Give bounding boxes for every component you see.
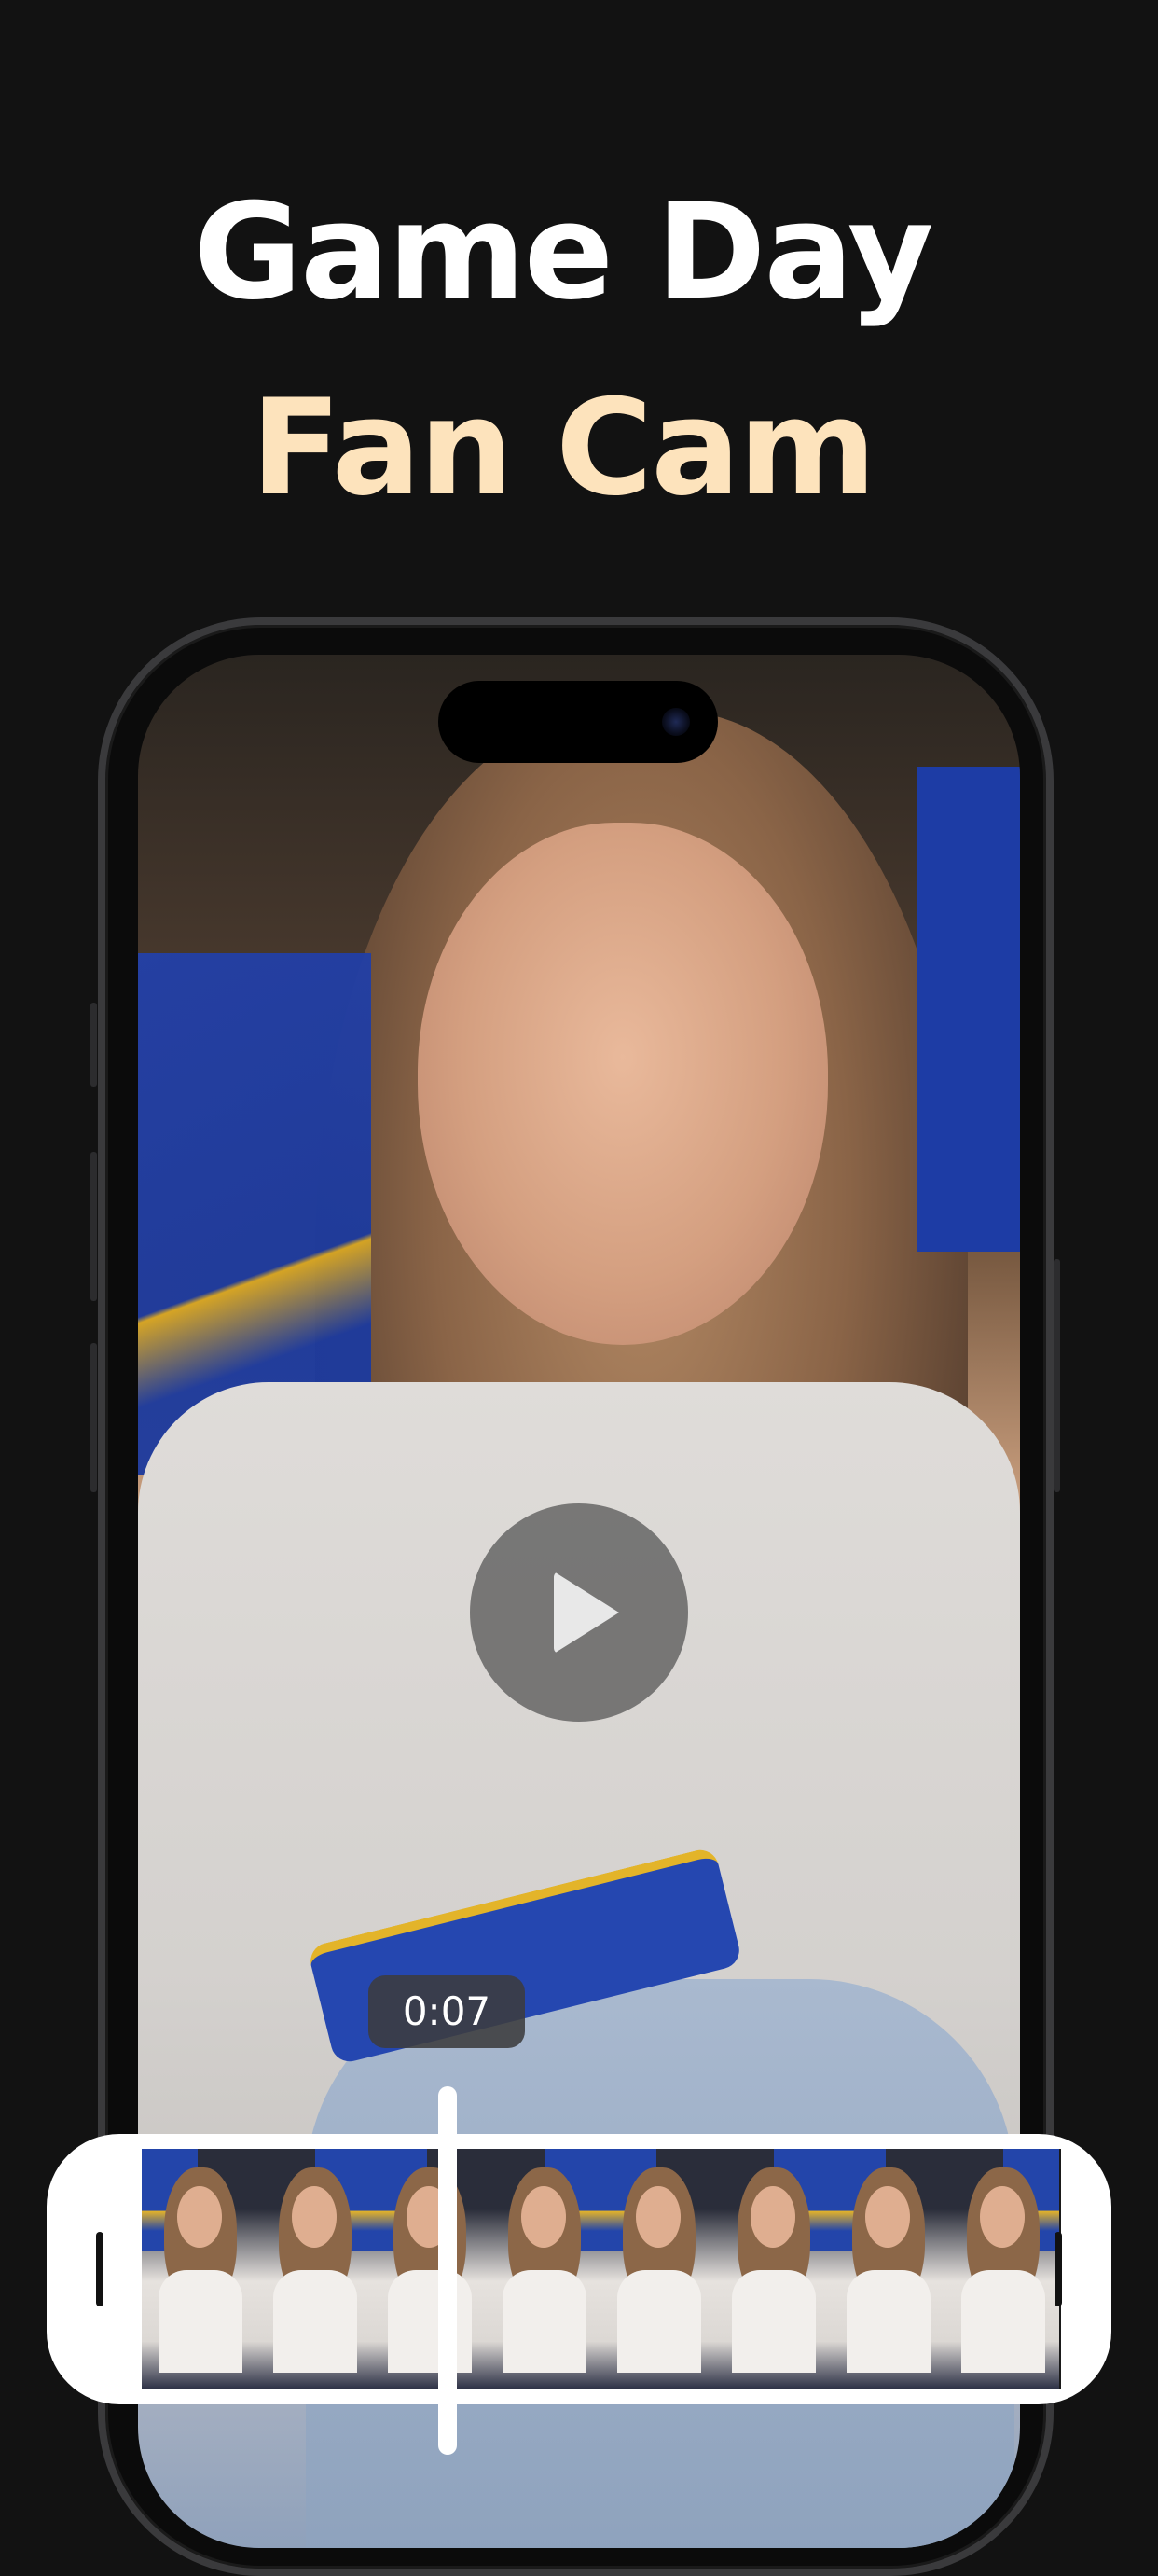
headline: Game Day Fan Cam bbox=[0, 187, 1125, 515]
action-button bbox=[90, 1003, 97, 1087]
timeline-frame bbox=[256, 2149, 371, 2389]
trim-end-handle[interactable] bbox=[1016, 2134, 1111, 2404]
timeline-frame bbox=[600, 2149, 715, 2389]
trim-start-handle[interactable] bbox=[47, 2134, 142, 2404]
grip-icon bbox=[96, 2232, 103, 2306]
playhead-timestamp: 0:07 bbox=[368, 1975, 525, 2048]
headline-subtitle: Fan Cam bbox=[250, 371, 876, 525]
timeline-scrubber[interactable] bbox=[47, 2134, 1111, 2404]
dynamic-island bbox=[438, 681, 718, 763]
playhead[interactable] bbox=[438, 2086, 457, 2455]
play-button[interactable] bbox=[470, 1503, 688, 1722]
grip-icon bbox=[1055, 2232, 1062, 2306]
video-background-fan-right bbox=[917, 767, 1020, 1252]
video-subject-face bbox=[418, 823, 828, 1345]
timeline-frames[interactable] bbox=[142, 2149, 1061, 2389]
timeline-frame bbox=[486, 2149, 600, 2389]
power-button bbox=[1054, 1259, 1060, 1492]
volume-down-button bbox=[90, 1343, 97, 1492]
timeline-frame bbox=[830, 2149, 944, 2389]
timeline-frame bbox=[715, 2149, 830, 2389]
timeline-frame bbox=[142, 2149, 256, 2389]
front-camera-icon bbox=[662, 708, 690, 736]
volume-up-button bbox=[90, 1152, 97, 1301]
timeline-frame bbox=[371, 2149, 486, 2389]
headline-title: Game Day bbox=[193, 175, 934, 329]
play-icon bbox=[554, 1572, 619, 1654]
